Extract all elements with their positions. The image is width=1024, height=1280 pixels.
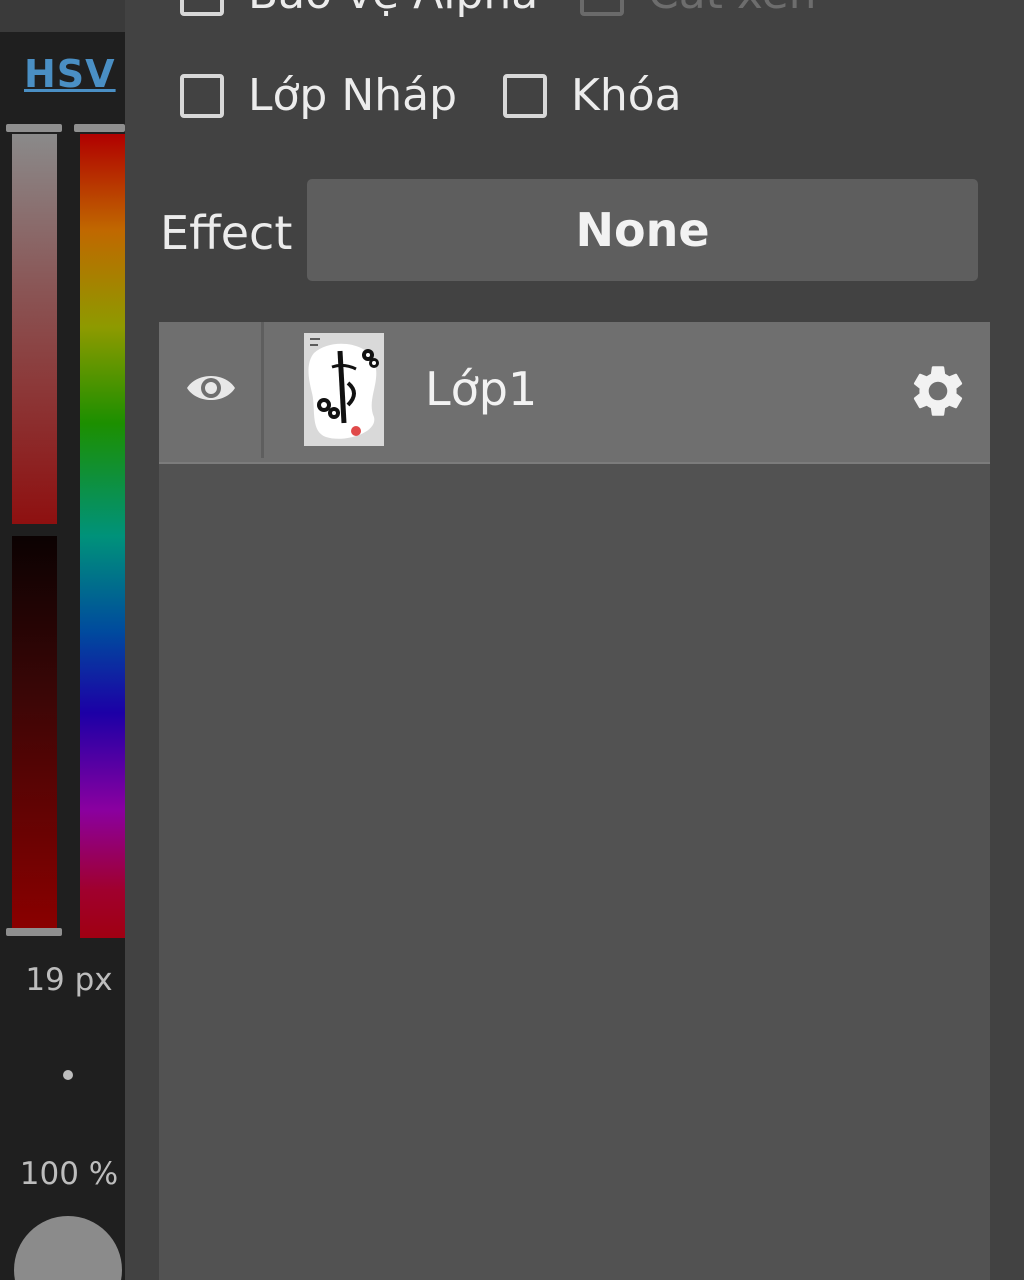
saturation-slider-handle[interactable] <box>6 124 62 132</box>
current-color-swatch[interactable] <box>14 1216 122 1280</box>
option-lock[interactable]: Khóa <box>503 70 682 121</box>
option-draft-layer[interactable]: Lớp Nháp <box>180 70 457 121</box>
draft-layer-label: Lớp Nháp <box>248 70 458 121</box>
hue-slider-handle[interactable] <box>74 124 125 132</box>
layer-row[interactable]: Lớp1 <box>159 322 990 462</box>
alpha-protect-label: Bảo vệ Alpha <box>248 0 538 19</box>
layer-row-separator <box>159 462 990 464</box>
effect-label: Effect <box>160 206 293 260</box>
layer-row-divider <box>261 322 264 458</box>
option-alpha-protect[interactable]: Bảo vệ Alpha <box>180 0 538 19</box>
brush-size-label[interactable]: 19 px <box>0 962 138 998</box>
hue-slider[interactable] <box>80 134 125 938</box>
layer-name[interactable]: Lớp1 <box>425 362 537 416</box>
color-panel-header <box>0 0 125 32</box>
opacity-label[interactable]: 100 % <box>0 1156 138 1192</box>
value-slider-handle[interactable] <box>6 928 62 936</box>
draft-layer-checkbox[interactable] <box>180 73 224 118</box>
color-panel: HSV 19 px 100 % <box>0 0 125 1280</box>
layer-list: Lớp1 <box>159 322 990 1280</box>
gear-icon[interactable] <box>907 360 969 422</box>
brush-preview-dot <box>63 1070 73 1080</box>
layer-panel-screen: HSV 19 px 100 % Bảo vệ Alpha Cắt xén Lớp… <box>0 0 1024 1280</box>
lock-checkbox[interactable] <box>503 73 547 118</box>
value-slider[interactable] <box>12 536 57 928</box>
clipping-checkbox <box>580 0 624 16</box>
alpha-protect-checkbox[interactable] <box>180 0 224 16</box>
effect-dropdown-button[interactable]: None <box>307 179 978 281</box>
color-mode-toggle[interactable]: HSV <box>24 52 116 96</box>
option-clipping: Cắt xén <box>580 0 817 19</box>
clipping-label: Cắt xén <box>648 0 817 19</box>
eye-icon[interactable] <box>185 368 237 408</box>
saturation-slider[interactable] <box>12 134 57 524</box>
layer-thumbnail[interactable] <box>304 333 384 446</box>
lock-label: Khóa <box>571 70 682 121</box>
